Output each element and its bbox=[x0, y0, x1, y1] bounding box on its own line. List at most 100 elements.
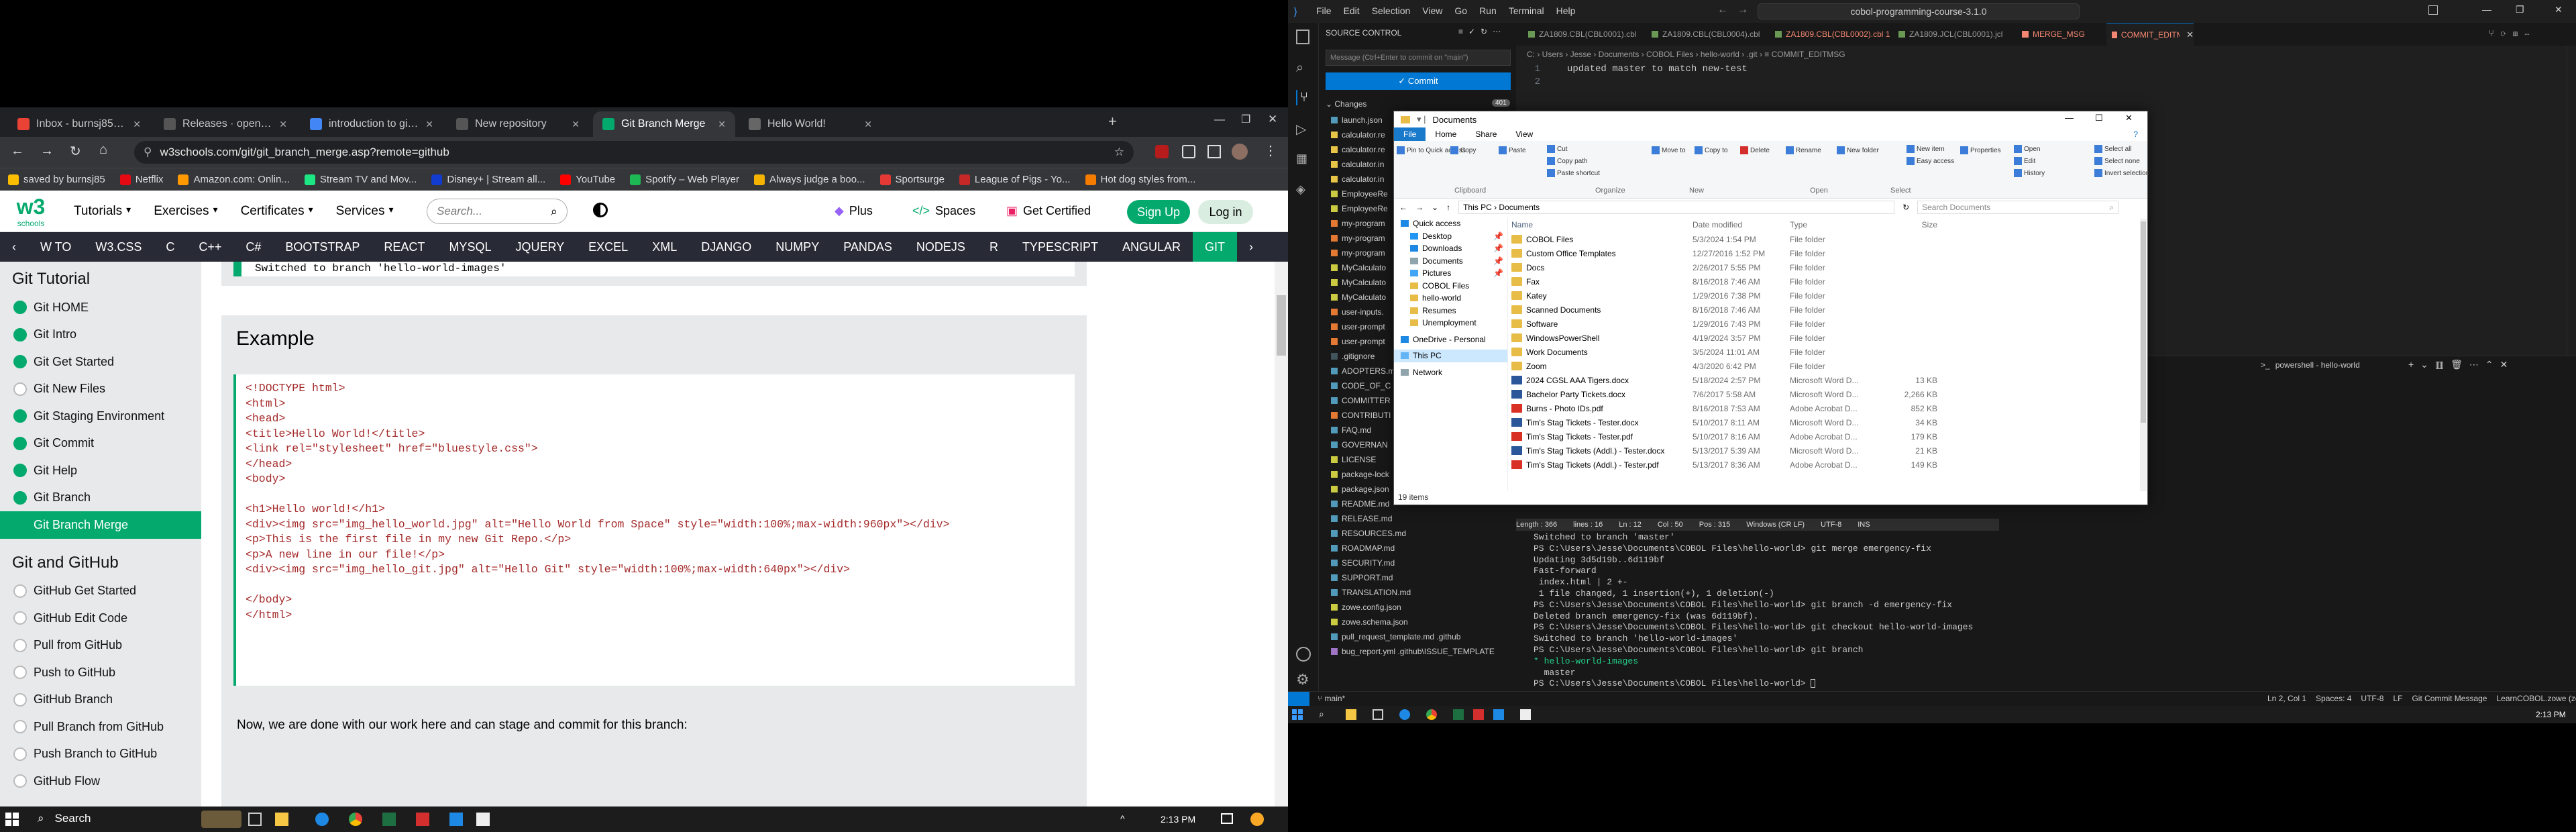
ribbon-button[interactable]: Move to bbox=[1652, 146, 1686, 154]
bookmark-item[interactable]: Always judge a boo... bbox=[753, 174, 865, 185]
start-icon[interactable] bbox=[1292, 709, 1303, 720]
file-row[interactable]: Burns - Photo IDs.pdf 8/16/2018 7:53 AM Ad… bbox=[1511, 401, 2139, 415]
editor-tab[interactable]: ZA1809.CBL(CBL0004).cbl bbox=[1646, 23, 1767, 46]
back-icon[interactable]: ← bbox=[1399, 203, 1407, 212]
forward-icon[interactable]: → bbox=[1415, 203, 1424, 212]
status-item[interactable]: LF bbox=[2393, 694, 2402, 703]
home-icon[interactable]: ⌂ bbox=[99, 142, 107, 158]
address-bar[interactable]: This PC › Documents bbox=[1458, 201, 1895, 214]
ribbon-button[interactable]: Easy access bbox=[1907, 157, 1954, 165]
nav-item[interactable]: Quick access bbox=[1394, 217, 1507, 230]
file-list-scrollbar[interactable] bbox=[2140, 219, 2147, 491]
nav-item[interactable]: OneDrive - Personal bbox=[1394, 333, 1507, 346]
sidebar-item[interactable]: Push Branch to GitHub bbox=[0, 741, 201, 768]
nav-item[interactable]: Desktop 📌 bbox=[1394, 230, 1507, 243]
minimize-button[interactable]: — bbox=[2065, 113, 2074, 123]
vscode-icon[interactable] bbox=[449, 813, 463, 826]
browser-tab[interactable]: Inbox - burnsj85@gmail.co ✕ bbox=[8, 111, 150, 137]
nav-right-arrow[interactable]: › bbox=[1237, 232, 1265, 262]
ribbon-button[interactable]: Paste bbox=[1499, 146, 1526, 154]
tab-close-icon[interactable]: ✕ bbox=[718, 119, 726, 130]
layout-toggle-icon[interactable] bbox=[2428, 5, 2438, 15]
scm-file-item[interactable]: RELEASE.md bbox=[1331, 511, 1516, 526]
changes-header[interactable]: ⌄ Changes bbox=[1326, 99, 1366, 109]
ribbon-tab-share[interactable]: Share bbox=[1466, 129, 1506, 139]
file-explorer-icon[interactable] bbox=[275, 813, 288, 826]
sidebar-item[interactable]: GitHub Edit Code bbox=[0, 605, 201, 632]
w3-menu-exercises[interactable]: Exercises ▾ bbox=[154, 204, 217, 219]
menu-selection[interactable]: Selection bbox=[1372, 5, 1411, 16]
start-icon[interactable] bbox=[5, 813, 19, 826]
ribbon-button[interactable]: Open bbox=[2014, 145, 2040, 153]
terminal-actions[interactable]: +⌄▥🗑⋯⌃✕ bbox=[2408, 359, 2514, 370]
copilot-icon[interactable] bbox=[1250, 813, 1264, 826]
nav-item[interactable]: Documents 📌 bbox=[1394, 255, 1507, 268]
topic-nav-item[interactable]: TYPESCRIPT bbox=[1010, 232, 1110, 262]
sidebar-item[interactable]: Git New Files bbox=[0, 376, 201, 403]
tab-close-icon[interactable]: ✕ bbox=[279, 119, 287, 130]
nav-item[interactable]: COBOL Files bbox=[1394, 280, 1507, 293]
scrollbar-thumb[interactable] bbox=[1277, 295, 1286, 356]
menu-terminal[interactable]: Terminal bbox=[1509, 5, 1544, 16]
ribbon-button[interactable]: Delete bbox=[1740, 146, 1770, 154]
w3-logo[interactable]: w3 schools bbox=[12, 195, 50, 228]
scm-file-item[interactable]: TRANSLATION.md bbox=[1331, 585, 1516, 600]
manage-gear-icon[interactable]: ⚙ bbox=[1296, 671, 1309, 688]
ribbon-button[interactable]: New item bbox=[1907, 145, 1945, 153]
back-nav-icon[interactable]: ← bbox=[1717, 4, 1728, 16]
vscode-icon[interactable] bbox=[1493, 709, 1504, 720]
browser-tab[interactable]: New repository ✕ bbox=[447, 111, 589, 137]
terminal-output[interactable]: Switched to branch 'master' PS C:\Users\J… bbox=[1516, 532, 2576, 698]
sidebar-item[interactable]: Git Branch bbox=[0, 484, 201, 512]
explorer-icon[interactable] bbox=[1296, 30, 1309, 44]
close-button[interactable]: ✕ bbox=[2555, 4, 2563, 15]
up-icon[interactable]: ↑ bbox=[1446, 203, 1450, 212]
clock[interactable]: 2:13 PM bbox=[1161, 814, 1195, 825]
topic-nav-item[interactable]: JQUERY bbox=[503, 232, 576, 262]
sidebar-item[interactable]: Pull from GitHub bbox=[0, 632, 201, 660]
extensions-puzzle-icon[interactable] bbox=[1182, 145, 1195, 158]
breadcrumb[interactable]: C: › Users › Jesse › Documents › COBOL F… bbox=[1527, 50, 1845, 59]
quick-access-toolbar[interactable]: ▾ | bbox=[1417, 114, 1426, 125]
signup-button[interactable]: Sign Up bbox=[1127, 200, 1190, 224]
search-icon[interactable]: ⌕ bbox=[1319, 709, 1324, 720]
nav-item[interactable]: hello-world bbox=[1394, 292, 1507, 305]
status-item[interactable]: LearnCOBOL.zowe (zowe) bbox=[2496, 694, 2576, 703]
file-row[interactable]: Tim's Stag Tickets (Addl.) - Tester.docx… bbox=[1511, 444, 2139, 458]
scm-file-item[interactable]: pull_request_template.md .github bbox=[1331, 629, 1516, 644]
plus-link[interactable]: ◆ Plus bbox=[835, 204, 873, 218]
source-control-icon[interactable]: ⑂ bbox=[1296, 90, 1308, 105]
excel-icon[interactable] bbox=[382, 813, 396, 826]
sidebar-item[interactable]: GitHub Branch bbox=[0, 686, 201, 714]
sidebar-item[interactable]: Push to GitHub bbox=[0, 659, 201, 686]
file-row[interactable]: WindowsPowerShell 4/19/2024 3:57 PM File f… bbox=[1511, 331, 2139, 345]
ribbon-button[interactable]: Select none bbox=[2094, 157, 2140, 165]
bookmark-item[interactable]: saved by burnsj85 bbox=[8, 174, 105, 185]
widgets-icon[interactable] bbox=[201, 811, 241, 828]
sidebar-item[interactable]: Git Intro bbox=[0, 321, 201, 349]
menu-view[interactable]: View bbox=[1422, 5, 1442, 16]
ribbon-button[interactable]: Copy path bbox=[1547, 157, 1588, 165]
file-row[interactable]: Zoom 4/3/2020 6:42 PM File folder bbox=[1511, 359, 2139, 373]
edge-icon[interactable] bbox=[315, 813, 329, 826]
editor-actions[interactable]: ⑂⟳▥⋯ bbox=[2489, 28, 2536, 38]
w3-menu-tutorials[interactable]: Tutorials ▾ bbox=[74, 204, 131, 219]
file-row[interactable]: Custom Office Templates 12/27/2016 1:52 P… bbox=[1511, 246, 2139, 260]
terminal-tab[interactable]: >_ powershell - hello-world bbox=[2261, 360, 2360, 370]
sidebar-item[interactable]: Git Branch Merge bbox=[0, 511, 201, 539]
search-box[interactable]: Search... ⌕ bbox=[427, 199, 568, 224]
file-row[interactable]: Docs 2/26/2017 5:55 PM File folder bbox=[1511, 260, 2139, 274]
ribbon-button[interactable]: History bbox=[2014, 169, 2045, 177]
bookmark-item[interactable]: YouTube bbox=[560, 174, 615, 185]
tab-close-icon[interactable]: ✕ bbox=[572, 119, 580, 130]
scrollbar-thumb[interactable] bbox=[2141, 221, 2146, 423]
column-header[interactable]: Date modified bbox=[1693, 220, 1790, 229]
edge-icon[interactable] bbox=[1399, 709, 1410, 720]
column-header[interactable]: Type bbox=[1790, 220, 1870, 229]
bookmark-item[interactable]: Disney+ | Stream all... bbox=[431, 174, 545, 185]
notification-icon[interactable] bbox=[1221, 813, 1233, 824]
bookmark-item[interactable]: Stream TV and Mov... bbox=[304, 174, 417, 185]
sidebar-item[interactable]: Git HOME bbox=[0, 294, 201, 321]
maximize-button[interactable]: ☐ bbox=[2095, 113, 2103, 123]
task-view-icon[interactable] bbox=[248, 813, 262, 826]
